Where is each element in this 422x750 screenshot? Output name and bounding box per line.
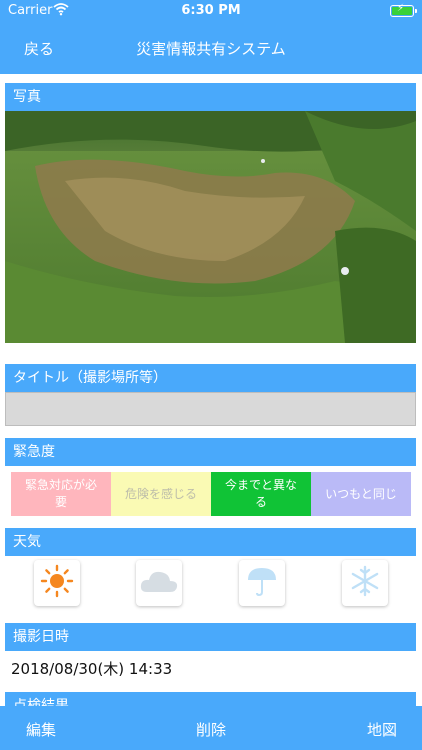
- cloud-icon: [139, 568, 179, 598]
- weather-snow-button[interactable]: [342, 560, 388, 606]
- navigation-bar: 戻る 災害情報共有システム: [0, 22, 422, 74]
- battery-charging-icon: ⚡: [390, 3, 417, 17]
- urgency-section-header: 緊急度: [5, 438, 416, 466]
- nav-title: 災害情報共有システム: [136, 40, 286, 58]
- urgency-option-same[interactable]: いつもと同じ: [311, 472, 411, 516]
- urgency-option-danger[interactable]: 危険を感じる: [111, 472, 211, 516]
- weather-rain-button[interactable]: [239, 560, 285, 606]
- landslide-photo[interactable]: [5, 111, 416, 343]
- status-bar: Carrier 6:30 PM ⚡: [0, 0, 422, 22]
- delete-button[interactable]: 削除: [196, 719, 226, 740]
- title-section-header: タイトル（撮影場所等）: [5, 364, 416, 392]
- snowflake-icon: [349, 565, 381, 601]
- datetime-value: 2018/08/30(木) 14:33: [11, 660, 173, 678]
- photo-section-header: 写真: [5, 83, 416, 111]
- bottom-toolbar: 編集 削除 地図: [0, 706, 422, 750]
- weather-sun-button[interactable]: [34, 560, 80, 606]
- weather-cloud-button[interactable]: [136, 560, 182, 606]
- datetime-section-header: 撮影日時: [5, 623, 416, 651]
- edit-button[interactable]: 編集: [26, 719, 56, 740]
- title-input[interactable]: [5, 392, 416, 426]
- weather-section-header: 天気: [5, 528, 416, 556]
- urgency-option-urgent[interactable]: 緊急対応が必要: [11, 472, 111, 516]
- status-time: 6:30 PM: [181, 3, 241, 18]
- urgency-option-different[interactable]: 今までと異なる: [211, 472, 311, 516]
- map-button[interactable]: 地図: [367, 719, 397, 740]
- sun-icon: [40, 564, 74, 602]
- urgency-selector: 緊急対応が必要 危険を感じる 今までと異なる いつもと同じ: [11, 472, 411, 516]
- umbrella-icon: [245, 564, 279, 602]
- weather-selector: [0, 560, 422, 608]
